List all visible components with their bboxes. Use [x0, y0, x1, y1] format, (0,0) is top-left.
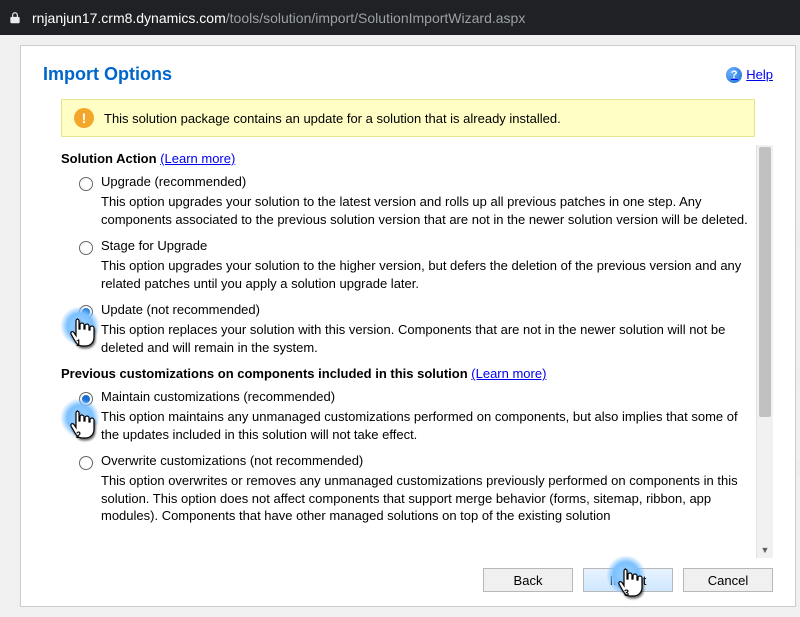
radio-upgrade[interactable]	[79, 177, 93, 191]
url-text: rnjanjun17.crm8.dynamics.com/tools/solut…	[32, 10, 525, 26]
section-heading-customizations: Previous customizations on components in…	[61, 366, 749, 381]
scrollbar[interactable]: ▲ ▼	[756, 145, 773, 558]
radio-overwrite[interactable]	[79, 456, 93, 470]
dialog-footer: Back Import Cancel	[21, 558, 795, 606]
section-heading-solution-action: Solution Action (Learn more)	[61, 151, 749, 166]
warning-icon: !	[74, 108, 94, 128]
import-button[interactable]: Import	[583, 568, 673, 592]
info-banner: ! This solution package contains an upda…	[61, 99, 755, 137]
label-upgrade[interactable]: Upgrade (recommended)	[101, 174, 246, 189]
label-overwrite[interactable]: Overwrite customizations (not recommende…	[101, 453, 363, 468]
desc-update: This option replaces your solution with …	[101, 321, 749, 356]
desc-maintain: This option maintains any unmanaged cust…	[101, 408, 749, 443]
desc-stage: This option upgrades your solution to th…	[101, 257, 749, 292]
import-options-dialog: Import Options ? Help ! This solution pa…	[20, 45, 796, 607]
label-stage[interactable]: Stage for Upgrade	[101, 238, 207, 253]
desc-upgrade: This option upgrades your solution to th…	[101, 193, 749, 228]
radio-update[interactable]	[79, 305, 93, 319]
dialog-title: Import Options	[43, 64, 172, 85]
help-link[interactable]: ? Help	[726, 67, 773, 83]
back-button[interactable]: Back	[483, 568, 573, 592]
radio-maintain[interactable]	[79, 392, 93, 406]
label-maintain[interactable]: Maintain customizations (recommended)	[101, 389, 335, 404]
cancel-button[interactable]: Cancel	[683, 568, 773, 592]
content-area: Solution Action (Learn more) Upgrade (re…	[61, 145, 773, 558]
browser-url-bar: rnjanjun17.crm8.dynamics.com/tools/solut…	[0, 0, 800, 35]
banner-text: This solution package contains an update…	[104, 111, 561, 126]
lock-icon	[8, 11, 22, 25]
desc-overwrite: This option overwrites or removes any un…	[101, 472, 749, 525]
scroll-down-icon[interactable]: ▼	[757, 541, 773, 558]
scroll-thumb[interactable]	[759, 147, 771, 417]
radio-stage[interactable]	[79, 241, 93, 255]
help-icon: ?	[726, 67, 742, 83]
help-label: Help	[746, 67, 773, 82]
learn-more-solution-action[interactable]: (Learn more)	[160, 151, 235, 166]
label-update[interactable]: Update (not recommended)	[101, 302, 260, 317]
learn-more-customizations[interactable]: (Learn more)	[471, 366, 546, 381]
